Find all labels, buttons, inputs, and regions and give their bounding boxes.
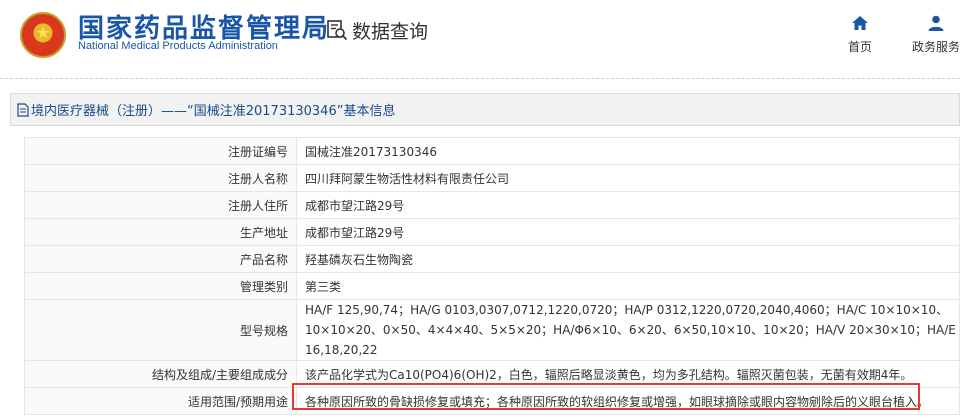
table-row: 注册人住所 成都市望江路29号 — [24, 191, 960, 219]
data-query-section[interactable]: 数据查询 — [326, 16, 428, 44]
row-key: 生产地址 — [24, 218, 297, 246]
table-row: 适用范围/预期用途 各种原因所致的骨缺损修复或填充；各种原因所致的软组织修复或增… — [24, 387, 960, 415]
nav-government-services[interactable]: 政务服务 — [912, 14, 960, 55]
row-key: 产品名称 — [24, 245, 297, 273]
table-row: 结构及组成/主要组成成分 该产品化学式为Ca10(PO4)6(OH)2，白色，辐… — [24, 360, 960, 388]
nav-government-services-label: 政务服务 — [912, 40, 960, 54]
row-key: 管理类别 — [24, 272, 297, 300]
row-value: HA/F 125,90,74；HA/G 0103,0307,0712,1220,… — [296, 299, 960, 361]
national-emblem-icon — [20, 12, 66, 58]
row-value: 该产品化学式为Ca10(PO4)6(OH)2，白色，辐照后略显淡黄色，均为多孔结… — [296, 360, 960, 388]
section-title: 境内医疗器械（注册）——“国械注准20173130346”基本信息 — [31, 104, 396, 119]
row-value: 成都市望江路29号 — [296, 191, 960, 219]
table-row: 型号规格 HA/F 125,90,74；HA/G 0103,0307,0712,… — [24, 299, 960, 361]
row-key: 注册人名称 — [24, 164, 297, 192]
row-key: 注册人住所 — [24, 191, 297, 219]
row-value: 成都市望江路29号 — [296, 218, 960, 246]
home-icon — [852, 16, 868, 30]
table-row: 产品名称 羟基磷灰石生物陶瓷 — [24, 245, 960, 273]
table-row: 注册证编号 国械注准20173130346 — [24, 137, 960, 165]
row-value: 四川拜阿蒙生物活性材料有限责任公司 — [296, 164, 960, 192]
table-row: 管理类别 第三类 — [24, 272, 960, 300]
section-title-bar: 境内医疗器械（注册）——“国械注准20173130346”基本信息 — [10, 93, 960, 126]
brand-name-en[interactable]: National Medical Products Administration — [78, 40, 278, 52]
row-key: 结构及组成/主要组成成分 — [24, 360, 297, 388]
row-value: 第三类 — [296, 272, 960, 300]
row-value: 各种原因所致的骨缺损修复或填充；各种原因所致的软组织修复或增强，如眼球摘除或眼内… — [296, 387, 960, 415]
device-info-table: 注册证编号 国械注准20173130346 注册人名称 四川拜阿蒙生物活性材料有… — [24, 137, 960, 415]
table-row: 生产地址 成都市望江路29号 — [24, 218, 960, 246]
data-query-label: 数据查询 — [352, 20, 429, 43]
nav-home-label: 首页 — [848, 40, 873, 54]
table-row: 注册人名称 四川拜阿蒙生物活性材料有限责任公司 — [24, 164, 960, 192]
user-icon — [928, 15, 944, 31]
row-value: 国械注准20173130346 — [296, 137, 960, 165]
header-divider — [0, 78, 960, 79]
row-key: 适用范围/预期用途 — [24, 387, 297, 415]
nav-home[interactable]: 首页 — [848, 14, 872, 55]
site-header: 国家药品监督管理局 National Medical Products Admi… — [0, 0, 960, 75]
row-key: 型号规格 — [24, 299, 297, 361]
search-document-icon — [327, 20, 348, 41]
document-icon — [17, 102, 29, 117]
row-key: 注册证编号 — [24, 137, 297, 165]
row-value: 羟基磷灰石生物陶瓷 — [296, 245, 960, 273]
